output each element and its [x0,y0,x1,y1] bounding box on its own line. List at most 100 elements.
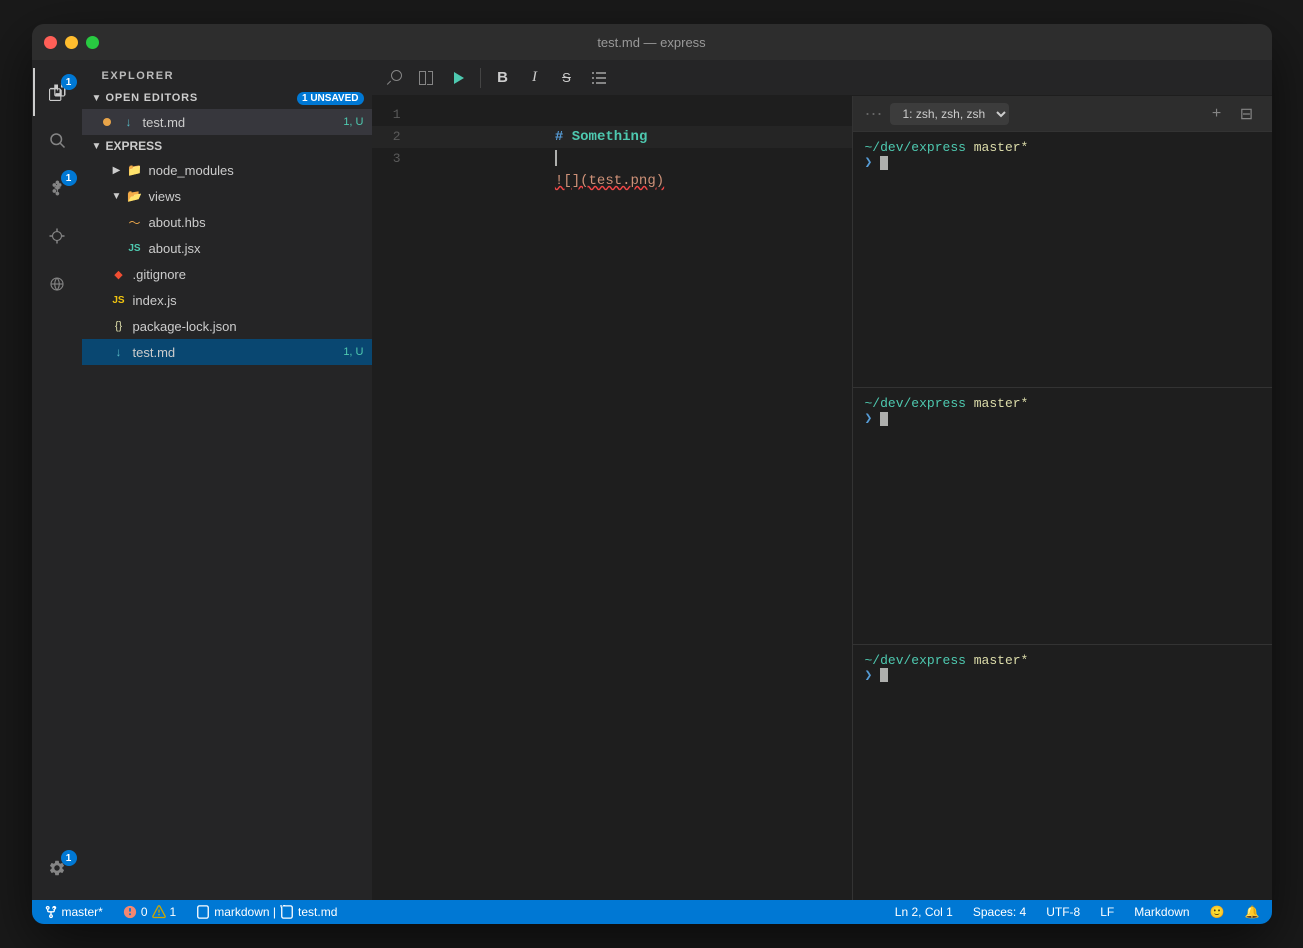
line-num-2: 2 [372,126,417,148]
close-button[interactable] [44,36,57,49]
testmd-status: 1, U [343,116,363,128]
run-icon-btn[interactable] [444,64,472,92]
terminal-line-path-2: ~/dev/express master* [865,396,1260,411]
term-cursor-1 [880,156,888,170]
terminal-title-area: ··· 1: zsh, zsh, zsh [865,103,1010,125]
terminal-panels: ··· 1: zsh, zsh, zsh + ⊟ ~ [852,96,1272,900]
activity-item-scm[interactable]: 1 [33,164,81,212]
spaces-label: Spaces: 4 [973,905,1026,919]
italic-btn[interactable]: I [521,64,549,92]
views-name: views [149,189,364,204]
terminal-more-btn[interactable]: ··· [865,103,883,124]
node-modules-chevron: ▶ [110,163,124,177]
file-about-hbs[interactable]: 〜 about.hbs [82,209,372,235]
status-language[interactable]: Markdown [1130,900,1193,924]
terminal-prompt-3: ❯ [865,668,1260,683]
code-line-3: 3 ![](test.png) [372,148,852,170]
terminal-prompt-1: ❯ [865,155,1260,170]
encoding-label: UTF-8 [1046,905,1080,919]
testmd-icon: ↓ [120,113,138,131]
terminal-pane-3[interactable]: ~/dev/express master* ❯ [853,645,1272,900]
open-editors-chevron: ▼ [90,91,104,105]
status-bar: master* 0 1 markdown | test.md Ln 2, Col… [32,900,1272,924]
traffic-lights [44,36,99,49]
test-md-name: test.md [133,345,344,360]
status-errors[interactable]: 0 1 [119,900,180,924]
js-icon: JS [110,291,128,309]
warning-count: 1 [170,905,177,919]
error-count: 0 [141,905,148,919]
emoji-icon: 🙂 [1210,905,1225,919]
file-package-lock[interactable]: {} package-lock.json [82,313,372,339]
term-prompt-char-3: ❯ [865,668,873,683]
testmd-name: test.md [143,115,344,130]
status-position[interactable]: Ln 2, Col 1 [891,900,957,924]
list-btn[interactable] [585,64,613,92]
window-title: test.md — express [597,35,705,50]
image-syntax: ![](test.png) [555,173,664,189]
file-index-js[interactable]: JS index.js [82,287,372,313]
gitignore-name: .gitignore [133,267,364,282]
code-line-1: 1 # Something [372,104,852,126]
status-branch[interactable]: master* [40,900,107,924]
find-icon-btn[interactable] [380,64,408,92]
activity-item-extensions[interactable] [33,212,81,260]
file-test-md[interactable]: ↓ test.md 1, U [82,339,372,365]
git-icon: ◆ [110,265,128,283]
settings-badge: 1 [61,850,77,866]
activity-item-explorer[interactable]: 1 [33,68,81,116]
file-about-jsx[interactable]: JS about.jsx [82,235,372,261]
file-views[interactable]: ▼ 📂 views [82,183,372,209]
term-prompt-char-2: ❯ [865,411,873,426]
json-icon: {} [110,317,128,335]
open-editors-label: OPEN EDITORS [106,92,199,104]
terminal-line-path-1: ~/dev/express master* [865,140,1260,155]
status-bell[interactable]: 🔔 [1241,900,1264,924]
folder-icon: 📁 [126,161,144,179]
code-content: 1 # Something 2 3 [372,96,852,900]
terminal-add-btn[interactable]: + [1204,101,1230,127]
express-section[interactable]: ▼ EXPRESS [82,135,372,157]
editor-toolbar: B I S [372,60,1272,96]
activity-item-settings[interactable]: 1 [33,844,81,892]
status-spaces[interactable]: Spaces: 4 [969,900,1030,924]
code-editor[interactable]: 1 # Something 2 3 [372,96,852,900]
term-cursor-3 [880,668,888,682]
status-lang-mode[interactable]: markdown | test.md [192,900,341,924]
extensions-icon [48,227,66,245]
activity-item-search[interactable] [33,116,81,164]
split-icon-btn[interactable] [412,64,440,92]
terminal-pane-1[interactable]: ~/dev/express master* ❯ [853,132,1272,388]
open-editor-testmd[interactable]: ↓ test.md 1, U [82,109,372,135]
package-lock-name: package-lock.json [133,319,364,334]
file-gitignore[interactable]: ◆ .gitignore [82,261,372,287]
bold-btn[interactable]: B [489,64,517,92]
terminal-pane-2[interactable]: ~/dev/express master* ❯ [853,388,1272,644]
vscode-window: test.md — express 1 1 [32,24,1272,924]
term-cursor-2 [880,412,888,426]
index-js-name: index.js [133,293,364,308]
hbs-icon: 〜 [126,213,144,231]
open-editors-section[interactable]: ▼ OPEN EDITORS 1 UNSAVED [82,87,372,109]
line-ending-label: LF [1100,905,1114,919]
main-content: 1 1 [32,60,1272,900]
remote-icon [48,275,66,293]
status-line-ending[interactable]: LF [1096,900,1118,924]
terminal-layout-btn[interactable]: ⊟ [1234,101,1260,127]
line-num-3: 3 [372,148,417,170]
views-chevron: ▼ [110,189,124,203]
maximize-button[interactable] [86,36,99,49]
terminal-selector[interactable]: 1: zsh, zsh, zsh [890,103,1009,125]
branch-name: master* [62,905,103,919]
editor-area: B I S 1 # Something [372,60,1272,900]
file-node-modules[interactable]: ▶ 📁 node_modules [82,157,372,183]
term-prompt-char-1: ❯ [865,155,873,170]
status-emoji[interactable]: 🙂 [1206,900,1229,924]
activity-item-remote[interactable] [33,260,81,308]
strikethrough-btn[interactable]: S [553,64,581,92]
minimize-button[interactable] [65,36,78,49]
term-branch-2: master* [974,396,1029,411]
status-filename: test.md [298,905,337,919]
status-encoding[interactable]: UTF-8 [1042,900,1084,924]
open-editors-badge: 1 UNSAVED [297,92,364,105]
